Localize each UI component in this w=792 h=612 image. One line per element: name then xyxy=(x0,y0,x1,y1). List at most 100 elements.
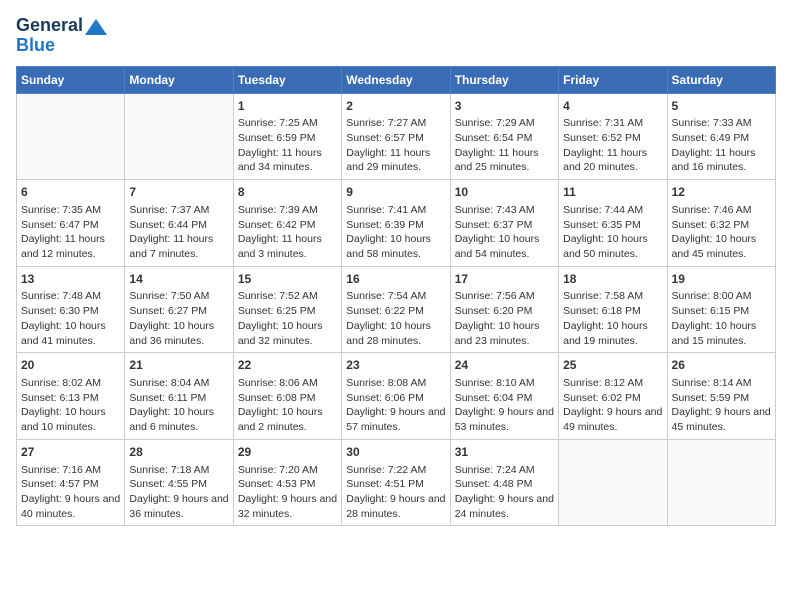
day-number: 26 xyxy=(672,357,771,374)
day-detail: Sunrise: 7:44 AMSunset: 6:35 PMDaylight:… xyxy=(563,203,662,262)
day-detail: Sunrise: 7:50 AMSunset: 6:27 PMDaylight:… xyxy=(129,289,228,348)
calendar-cell xyxy=(667,439,775,526)
day-number: 29 xyxy=(238,444,337,461)
day-detail: Sunrise: 8:08 AMSunset: 6:06 PMDaylight:… xyxy=(346,376,445,435)
day-number: 19 xyxy=(672,271,771,288)
calendar-cell: 16Sunrise: 7:54 AMSunset: 6:22 PMDayligh… xyxy=(342,266,450,353)
day-detail: Sunrise: 7:41 AMSunset: 6:39 PMDaylight:… xyxy=(346,203,445,262)
day-detail: Sunrise: 8:02 AMSunset: 6:13 PMDaylight:… xyxy=(21,376,120,435)
day-number: 5 xyxy=(672,98,771,115)
day-number: 3 xyxy=(455,98,554,115)
day-of-week-header: Wednesday xyxy=(342,66,450,93)
day-of-week-header: Sunday xyxy=(17,66,125,93)
day-detail: Sunrise: 7:46 AMSunset: 6:32 PMDaylight:… xyxy=(672,203,771,262)
day-of-week-header: Friday xyxy=(559,66,667,93)
day-number: 31 xyxy=(455,444,554,461)
day-detail: Sunrise: 7:43 AMSunset: 6:37 PMDaylight:… xyxy=(455,203,554,262)
day-number: 20 xyxy=(21,357,120,374)
day-number: 1 xyxy=(238,98,337,115)
calendar-cell: 30Sunrise: 7:22 AMSunset: 4:51 PMDayligh… xyxy=(342,439,450,526)
day-detail: Sunrise: 8:04 AMSunset: 6:11 PMDaylight:… xyxy=(129,376,228,435)
day-detail: Sunrise: 7:27 AMSunset: 6:57 PMDaylight:… xyxy=(346,116,445,175)
calendar-cell: 17Sunrise: 7:56 AMSunset: 6:20 PMDayligh… xyxy=(450,266,558,353)
calendar-cell: 29Sunrise: 7:20 AMSunset: 4:53 PMDayligh… xyxy=(233,439,341,526)
day-detail: Sunrise: 7:18 AMSunset: 4:55 PMDaylight:… xyxy=(129,463,228,522)
day-number: 10 xyxy=(455,184,554,201)
day-detail: Sunrise: 7:25 AMSunset: 6:59 PMDaylight:… xyxy=(238,116,337,175)
day-detail: Sunrise: 7:37 AMSunset: 6:44 PMDaylight:… xyxy=(129,203,228,262)
day-of-week-header: Tuesday xyxy=(233,66,341,93)
day-number: 6 xyxy=(21,184,120,201)
day-number: 14 xyxy=(129,271,228,288)
day-number: 15 xyxy=(238,271,337,288)
calendar-cell: 23 Sunrise: 8:08 AMSunset: 6:06 PMDayligh… xyxy=(342,353,450,440)
day-detail: Sunrise: 8:14 AMSunset: 5:59 PMDaylight:… xyxy=(672,376,771,435)
day-detail: Sunrise: 7:58 AMSunset: 6:18 PMDaylight:… xyxy=(563,289,662,348)
day-detail: Sunrise: 7:48 AMSunset: 6:30 PMDaylight:… xyxy=(21,289,120,348)
day-number: 25 xyxy=(563,357,662,374)
day-number: 9 xyxy=(346,184,445,201)
calendar-week-row: 13Sunrise: 7:48 AMSunset: 6:30 PMDayligh… xyxy=(17,266,776,353)
day-detail: Sunrise: 7:54 AMSunset: 6:22 PMDaylight:… xyxy=(346,289,445,348)
logo-general: General xyxy=(16,16,83,36)
day-number: 27 xyxy=(21,444,120,461)
day-number: 8 xyxy=(238,184,337,201)
day-detail: Sunrise: 7:24 AMSunset: 4:48 PMDaylight:… xyxy=(455,463,554,522)
calendar-cell: 7 Sunrise: 7:37 AMSunset: 6:44 PMDaylight… xyxy=(125,180,233,267)
day-number: 22 xyxy=(238,357,337,374)
day-detail: Sunrise: 8:06 AMSunset: 6:08 PMDaylight:… xyxy=(238,376,337,435)
day-number: 23 xyxy=(346,357,445,374)
calendar-header-row: SundayMondayTuesdayWednesdayThursdayFrid… xyxy=(17,66,776,93)
day-detail: Sunrise: 7:39 AMSunset: 6:42 PMDaylight:… xyxy=(238,203,337,262)
logo: General Blue xyxy=(16,16,107,56)
day-number: 12 xyxy=(672,184,771,201)
calendar-week-row: 20 Sunrise: 8:02 AMSunset: 6:13 PMDayligh… xyxy=(17,353,776,440)
logo-blue: Blue xyxy=(16,36,55,56)
day-detail: Sunrise: 7:56 AMSunset: 6:20 PMDaylight:… xyxy=(455,289,554,348)
day-number: 4 xyxy=(563,98,662,115)
calendar-cell: 28Sunrise: 7:18 AMSunset: 4:55 PMDayligh… xyxy=(125,439,233,526)
calendar-cell: 24Sunrise: 8:10 AMSunset: 6:04 PMDayligh… xyxy=(450,353,558,440)
day-number: 18 xyxy=(563,271,662,288)
calendar-cell: 1Sunrise: 7:25 AMSunset: 6:59 PMDaylight… xyxy=(233,93,341,180)
day-number: 7 xyxy=(129,184,228,201)
day-detail: Sunrise: 7:52 AMSunset: 6:25 PMDaylight:… xyxy=(238,289,337,348)
calendar-cell: 8 Sunrise: 7:39 AMSunset: 6:42 PMDaylight… xyxy=(233,180,341,267)
calendar-cell: 26 Sunrise: 8:14 AMSunset: 5:59 PMDayligh… xyxy=(667,353,775,440)
calendar-cell: 15Sunrise: 7:52 AMSunset: 6:25 PMDayligh… xyxy=(233,266,341,353)
calendar-cell: 18Sunrise: 7:58 AMSunset: 6:18 PMDayligh… xyxy=(559,266,667,353)
day-of-week-header: Thursday xyxy=(450,66,558,93)
day-detail: Sunrise: 7:35 AMSunset: 6:47 PMDaylight:… xyxy=(21,203,120,262)
day-number: 2 xyxy=(346,98,445,115)
calendar-week-row: 27Sunrise: 7:16 AMSunset: 4:57 PMDayligh… xyxy=(17,439,776,526)
day-detail: Sunrise: 7:31 AMSunset: 6:52 PMDaylight:… xyxy=(563,116,662,175)
day-detail: Sunrise: 7:29 AMSunset: 6:54 PMDaylight:… xyxy=(455,116,554,175)
day-number: 13 xyxy=(21,271,120,288)
calendar-week-row: 6 Sunrise: 7:35 AMSunset: 6:47 PMDaylight… xyxy=(17,180,776,267)
calendar-cell xyxy=(125,93,233,180)
calendar-cell: 2Sunrise: 7:27 AMSunset: 6:57 PMDaylight… xyxy=(342,93,450,180)
calendar-cell: 22 Sunrise: 8:06 AMSunset: 6:08 PMDayligh… xyxy=(233,353,341,440)
calendar-cell: 19Sunrise: 8:00 AMSunset: 6:15 PMDayligh… xyxy=(667,266,775,353)
calendar-cell: 11Sunrise: 7:44 AMSunset: 6:35 PMDayligh… xyxy=(559,180,667,267)
day-detail: Sunrise: 8:12 AMSunset: 6:02 PMDaylight:… xyxy=(563,376,662,435)
day-detail: Sunrise: 7:33 AMSunset: 6:49 PMDaylight:… xyxy=(672,116,771,175)
calendar-cell: 12 Sunrise: 7:46 AMSunset: 6:32 PMDayligh… xyxy=(667,180,775,267)
calendar-cell: 4Sunrise: 7:31 AMSunset: 6:52 PMDaylight… xyxy=(559,93,667,180)
day-number: 21 xyxy=(129,357,228,374)
logo-icon xyxy=(85,19,107,35)
day-number: 30 xyxy=(346,444,445,461)
day-of-week-header: Monday xyxy=(125,66,233,93)
calendar-cell xyxy=(17,93,125,180)
calendar-cell: 5Sunrise: 7:33 AMSunset: 6:49 PMDaylight… xyxy=(667,93,775,180)
calendar-cell: 25 Sunrise: 8:12 AMSunset: 6:02 PMDayligh… xyxy=(559,353,667,440)
calendar-cell: 9 Sunrise: 7:41 AMSunset: 6:39 PMDaylight… xyxy=(342,180,450,267)
day-number: 24 xyxy=(455,357,554,374)
calendar-week-row: 1Sunrise: 7:25 AMSunset: 6:59 PMDaylight… xyxy=(17,93,776,180)
calendar-cell: 27Sunrise: 7:16 AMSunset: 4:57 PMDayligh… xyxy=(17,439,125,526)
calendar-cell: 6 Sunrise: 7:35 AMSunset: 6:47 PMDaylight… xyxy=(17,180,125,267)
calendar-cell: 3Sunrise: 7:29 AMSunset: 6:54 PMDaylight… xyxy=(450,93,558,180)
day-number: 16 xyxy=(346,271,445,288)
day-of-week-header: Saturday xyxy=(667,66,775,93)
calendar-cell: 13Sunrise: 7:48 AMSunset: 6:30 PMDayligh… xyxy=(17,266,125,353)
